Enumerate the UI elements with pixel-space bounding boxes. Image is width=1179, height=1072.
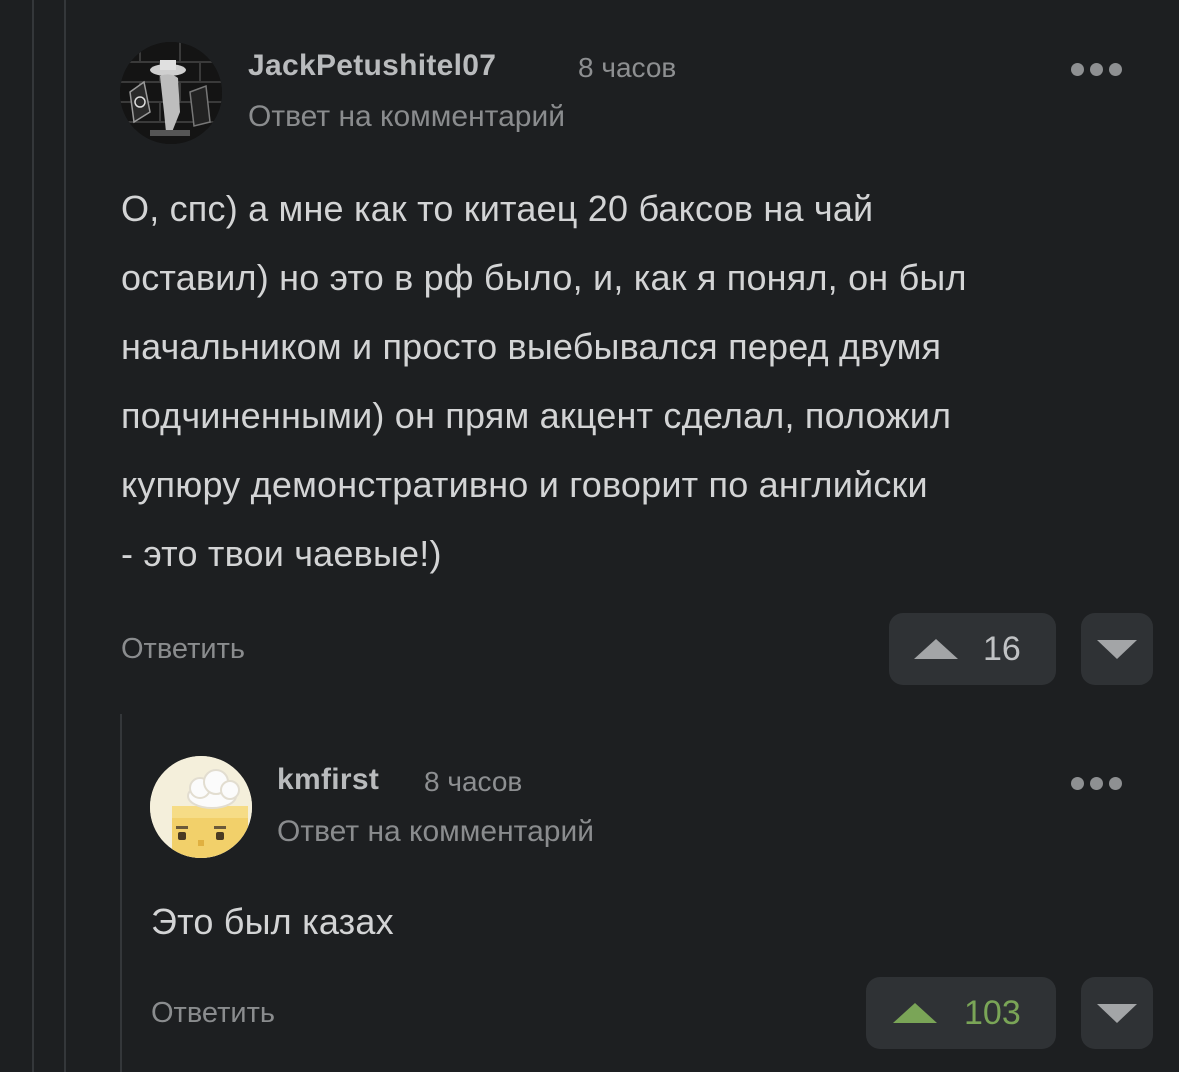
triangle-down-icon (1097, 640, 1137, 659)
vote-count: 103 (964, 993, 1021, 1032)
timestamp: 8 часов (578, 52, 677, 83)
comment-body: О, спс) а мне как то китаец 20 баксов на… (121, 174, 1161, 588)
reply-button[interactable]: Ответить (121, 633, 245, 666)
comment-line: купюру демонстративно и говорит по англи… (121, 464, 928, 505)
avatar[interactable] (120, 42, 222, 144)
more-dots-icon[interactable] (1071, 777, 1122, 790)
triangle-down-icon (1097, 1004, 1137, 1023)
comment-line: подчиненными) он прям акцент сделал, пол… (121, 395, 952, 436)
username[interactable]: JackPetushitel07 (248, 49, 496, 83)
timestamp: 8 часов (424, 766, 523, 797)
avatar[interactable] (150, 756, 252, 858)
reply-context: Ответ на комментарий (248, 100, 565, 133)
upvote-button[interactable]: 16 (889, 613, 1056, 685)
avatar-image (120, 42, 222, 144)
thread-line (120, 714, 122, 1072)
comment-line: Это был казах (151, 901, 394, 942)
username[interactable]: kmfirst (277, 763, 379, 797)
comment-body: Это был казах (151, 887, 1151, 956)
comment-line: О, спс) а мне как то китаец 20 баксов на… (121, 188, 874, 229)
downvote-button[interactable] (1081, 977, 1153, 1049)
vote-count: 16 (983, 629, 1021, 668)
comment: JackPetushitel07 8 часов Ответ на коммен… (0, 0, 1179, 700)
reply-button[interactable]: Ответить (151, 997, 275, 1030)
triangle-up-icon (893, 1003, 937, 1023)
reply-context: Ответ на комментарий (277, 815, 594, 848)
triangle-up-icon (914, 639, 958, 659)
downvote-button[interactable] (1081, 613, 1153, 685)
comment-line: начальником и просто выебывался перед дв… (121, 326, 942, 367)
more-dots-icon[interactable] (1071, 63, 1122, 76)
comment-thread: JackPetushitel07 8 часов Ответ на коммен… (0, 0, 1179, 1072)
comment-line: - это твои чаевые!) (121, 533, 442, 574)
upvote-button[interactable]: 103 (866, 977, 1056, 1049)
comment-line: оставил) но это в рф было, и, как я поня… (121, 257, 967, 298)
avatar-image (150, 756, 252, 858)
